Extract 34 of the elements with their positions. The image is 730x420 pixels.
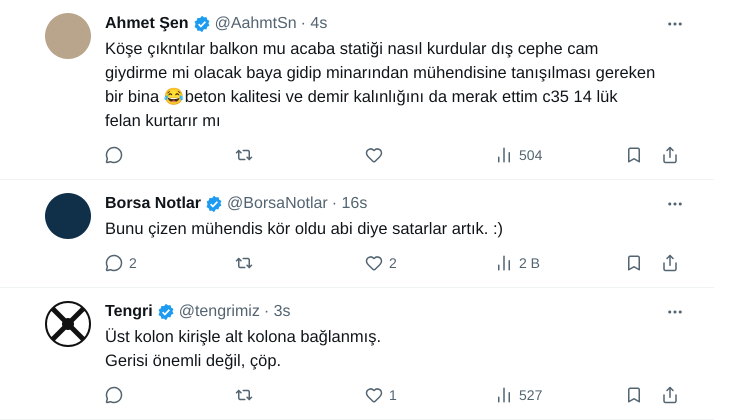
tweet-text: giydirme mi olacak baya gidip minarından mühendisine tanışılması gereken: [105, 63, 656, 84]
bookmark-icon[interactable]: [625, 254, 643, 272]
author-name: Tengri: [105, 303, 153, 321]
reply-icon[interactable]: [105, 254, 123, 272]
author-handle: @BorsaNotlar: [227, 195, 328, 213]
bookmark-icon[interactable]: [625, 386, 643, 404]
tweet-text: Köşe çıkntılar balkon mu acaba statiği nasıl kurdular dış cephe cam: [105, 39, 600, 60]
bar-chart-icon[interactable]: [495, 146, 513, 164]
author-name: Ahmet Şen: [105, 15, 189, 33]
author-handle: @tengrimiz: [178, 303, 260, 321]
author-name: Borsa Notlar: [105, 195, 202, 213]
tweet-text: Gerisi önemli değil, çöp.: [105, 351, 282, 372]
like-button[interactable]: 1: [365, 386, 495, 404]
heart-icon[interactable]: [365, 146, 383, 164]
tweet-text: felan kurtarır mı: [105, 111, 222, 132]
reply-button[interactable]: 2: [105, 254, 235, 272]
bookmark-icon[interactable]: [625, 146, 643, 164]
like-button[interactable]: 2: [365, 254, 495, 272]
views-button[interactable]: 504: [495, 146, 625, 164]
tweet-text: Üst kolon kirişle alt kolona bağlanmış.: [105, 327, 382, 348]
author-handle: @AahmtSn: [214, 15, 297, 33]
tweet-time: · 4s: [300, 15, 328, 33]
views-button[interactable]: 527: [495, 386, 625, 404]
tweet-text: bir bina 😂beton kalitesi ve demir kalınlığını da merak ettim c35 14 lük: [105, 86, 619, 108]
bar-chart-icon[interactable]: [495, 386, 513, 404]
tweet-time: · 3s: [264, 303, 291, 321]
reply-icon[interactable]: [105, 146, 123, 164]
bar-chart-icon[interactable]: [495, 254, 513, 272]
views-button[interactable]: 2 B: [495, 254, 625, 272]
tweet-text: Bunu çizen mühendis kör oldu abi diye satarlar artık. :): [105, 219, 504, 240]
reply-icon[interactable]: [105, 386, 123, 404]
tweet-time: · 16s: [332, 195, 368, 213]
heart-icon[interactable]: [365, 254, 383, 272]
heart-icon[interactable]: [365, 386, 383, 404]
